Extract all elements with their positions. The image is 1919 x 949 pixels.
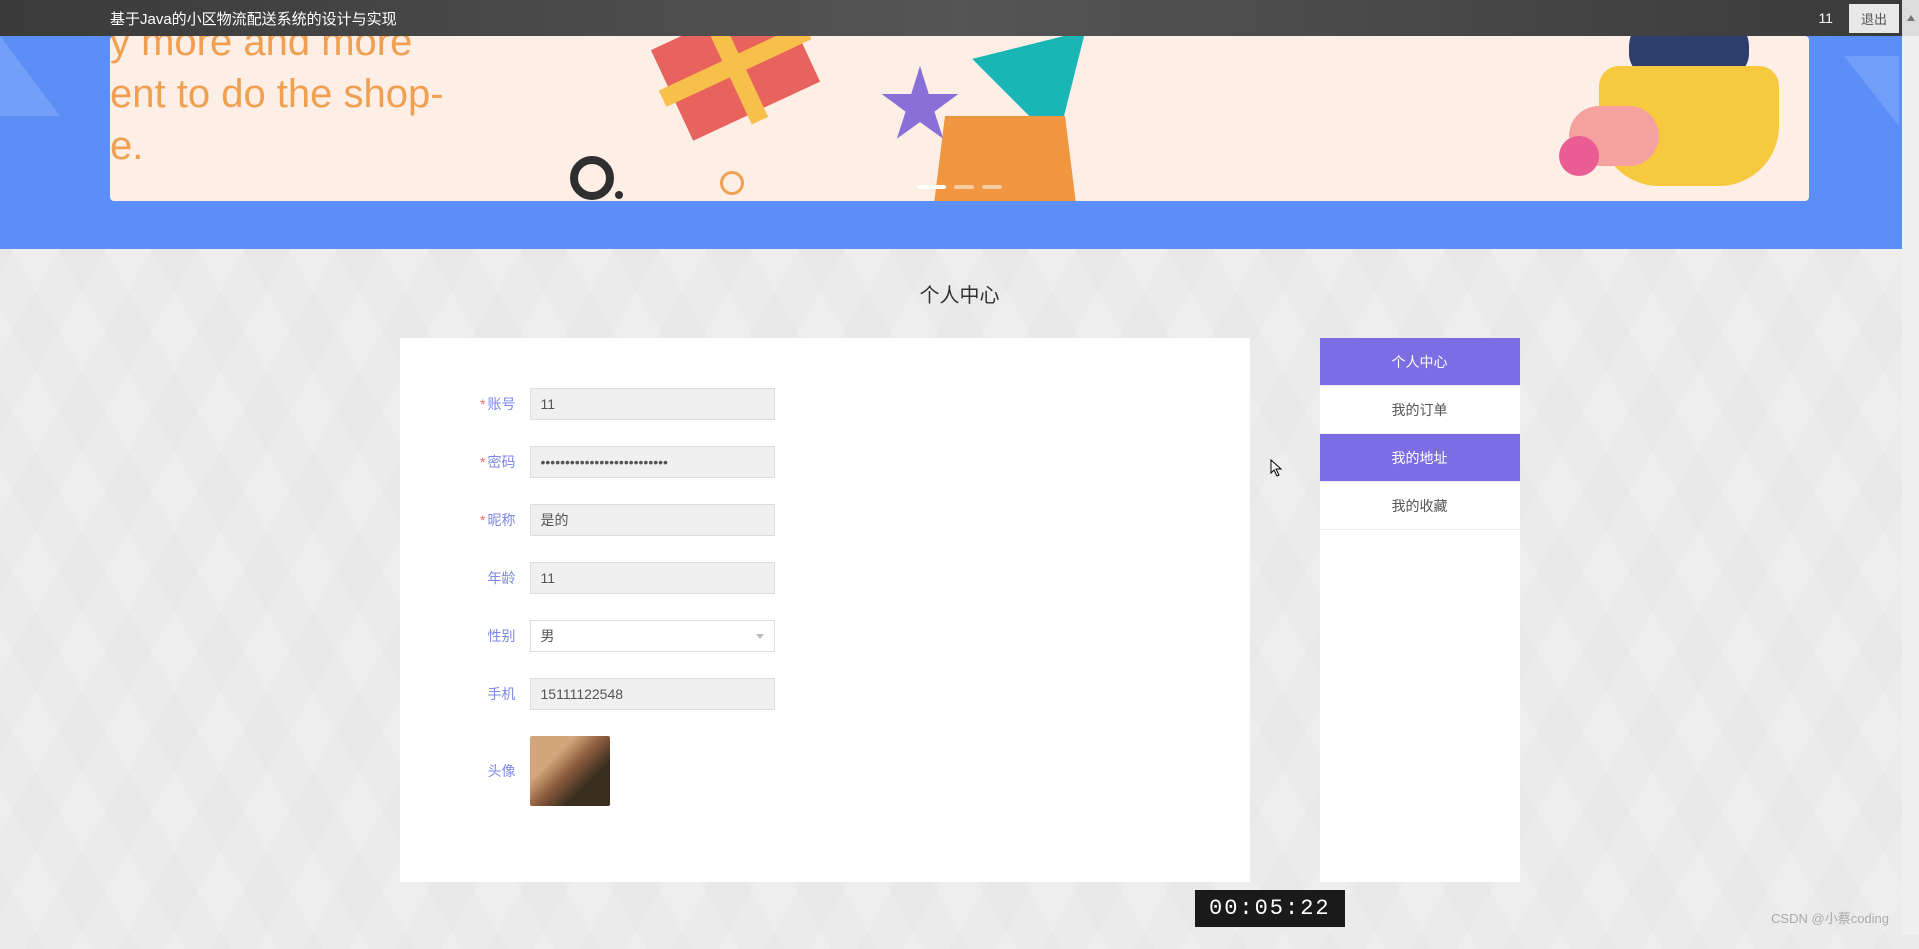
form-row-phone: 手机 xyxy=(440,678,1210,710)
phone-label: 手机 xyxy=(440,684,530,704)
nickname-input[interactable] xyxy=(530,504,775,536)
sidebar-item-orders[interactable]: 我的订单 xyxy=(1320,386,1520,434)
app-title: 基于Java的小区物流配送系统的设计与实现 xyxy=(110,8,397,29)
banner-line-3: e. xyxy=(110,120,444,172)
avatar-label: 头像 xyxy=(440,761,530,781)
form-row-password: *密码 xyxy=(440,446,1210,478)
carousel-dots xyxy=(918,185,1002,189)
cursor-icon xyxy=(1270,459,1284,477)
avatar-image[interactable] xyxy=(530,736,610,806)
scroll-up-icon xyxy=(1907,15,1915,21)
sidebar-spacer xyxy=(1320,530,1520,578)
nickname-label: *昵称 xyxy=(440,510,530,530)
age-label: 年龄 xyxy=(440,568,530,588)
top-bar: 基于Java的小区物流配送系统的设计与实现 11 退出 xyxy=(0,0,1919,36)
carousel-dot-2[interactable] xyxy=(954,185,974,189)
form-panel: *账号 *密码 *昵称 年龄 性别 男 xyxy=(400,338,1250,882)
password-label: *密码 xyxy=(440,452,530,472)
form-row-account: *账号 xyxy=(440,388,1210,420)
phone-input[interactable] xyxy=(530,678,775,710)
circle-icon xyxy=(570,156,614,200)
hero-banner: y more and more ent to do the shop- e. xyxy=(110,36,1809,201)
sidebar-item-address[interactable]: 我的地址 xyxy=(1320,434,1520,482)
account-label: *账号 xyxy=(440,394,530,414)
gift-icon xyxy=(651,36,869,168)
carousel-dot-3[interactable] xyxy=(982,185,1002,189)
circle-small-icon xyxy=(720,171,744,195)
gender-select[interactable]: 男 xyxy=(530,620,775,652)
dot-icon xyxy=(615,191,623,199)
password-input[interactable] xyxy=(530,446,775,478)
page-title: 个人中心 xyxy=(0,279,1919,308)
top-bar-right: 11 退出 xyxy=(1818,4,1899,33)
hero-decoration-right xyxy=(1844,56,1899,126)
carousel-dot-1[interactable] xyxy=(918,185,946,189)
banner-line-1: y more and more xyxy=(110,36,444,68)
banner-text: y more and more ent to do the shop- e. xyxy=(110,36,444,172)
sidebar-item-favorites[interactable]: 我的收藏 xyxy=(1320,482,1520,530)
form-row-gender: 性别 男 xyxy=(440,620,1210,652)
form-row-nickname: *昵称 xyxy=(440,504,1210,536)
age-input[interactable] xyxy=(530,562,775,594)
banner-line-2: ent to do the shop- xyxy=(110,68,444,120)
hero-decoration-left xyxy=(0,36,60,116)
gender-value: 男 xyxy=(541,626,555,646)
main-content: 个人中心 *账号 *密码 *昵称 年龄 性别 xyxy=(0,249,1919,949)
hero-section: y more and more ent to do the shop- e. xyxy=(0,36,1919,249)
timer-display: 00:05:22 xyxy=(1195,890,1345,927)
scroll-up-button[interactable] xyxy=(1902,0,1919,36)
account-input[interactable] xyxy=(530,388,775,420)
scrollbar-vertical[interactable] xyxy=(1902,36,1919,935)
user-id[interactable]: 11 xyxy=(1818,10,1833,26)
gender-label: 性别 xyxy=(440,626,530,646)
logout-button[interactable]: 退出 xyxy=(1849,4,1899,33)
sidebar-panel: 个人中心 我的订单 我的地址 我的收藏 xyxy=(1320,338,1520,882)
watermark: CSDN @小蔡coding xyxy=(1771,908,1889,927)
content-wrapper: *账号 *密码 *昵称 年龄 性别 男 xyxy=(290,338,1630,882)
person-illustration xyxy=(1629,36,1779,186)
sidebar-item-profile[interactable]: 个人中心 xyxy=(1320,338,1520,386)
form-row-age: 年龄 xyxy=(440,562,1210,594)
form-row-avatar: 头像 xyxy=(440,736,1210,806)
chevron-down-icon xyxy=(756,634,764,639)
